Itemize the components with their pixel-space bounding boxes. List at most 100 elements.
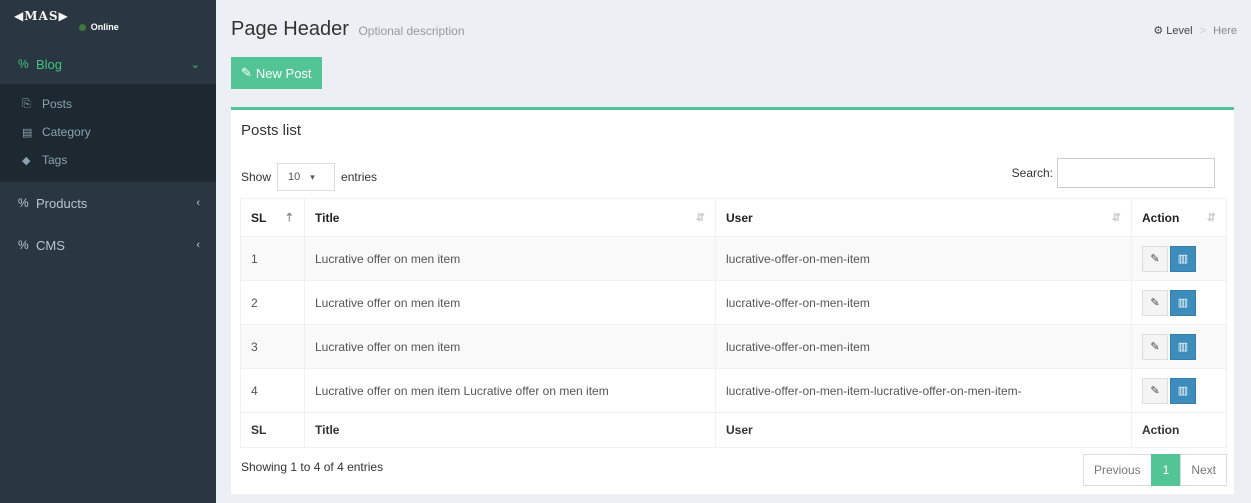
edit-button[interactable]: ✎ — [1142, 377, 1168, 404]
table-row: 2 Lucrative offer on men item lucrative-… — [240, 280, 1227, 325]
cell-sl: 1 — [240, 236, 305, 281]
sidebar-item-tags[interactable]: ◆ Tags — [0, 146, 216, 174]
blog-submenu: ⎘ Posts ▤ Category ◆ Tags — [0, 84, 216, 182]
page-title-text: Page Header — [231, 18, 349, 40]
breadcrumb: ⚙ Level > Here — [1153, 24, 1237, 37]
table-footer-row: SL Title User Action — [240, 412, 1227, 448]
chevron-left-icon: ‹ — [196, 197, 200, 209]
table-row: 3 Lucrative offer on men item lucrative-… — [240, 324, 1227, 369]
cell-user: lucrative-offer-on-men-item — [715, 324, 1132, 369]
sidebar-item-label: Posts — [42, 97, 73, 111]
posts-box: Posts list Show 10 ▾ entries Search: SL … — [231, 107, 1234, 494]
box-title: Posts list — [241, 122, 302, 139]
copy-icon: ⎘ — [22, 97, 31, 110]
column-header-title[interactable]: Title ⇵ — [304, 198, 716, 237]
footer-title: Title — [304, 412, 716, 448]
cell-action: ✎ ▥ — [1131, 324, 1227, 369]
sidebar-item-label: Tags — [42, 153, 68, 167]
sidebar-item-cms[interactable]: % CMS ‹ — [0, 224, 216, 266]
cell-title: Lucrative offer on men item — [304, 324, 716, 369]
cell-title: Lucrative offer on men item Lucrative of… — [304, 368, 716, 413]
user-status: Online — [78, 22, 119, 32]
sidebar-item-category[interactable]: ▤ Category — [0, 118, 216, 146]
link-icon: % — [18, 196, 29, 210]
search-input[interactable] — [1057, 158, 1215, 188]
dashboard-icon: ⚙ — [1153, 25, 1164, 37]
sidebar-item-label: Products — [36, 195, 88, 211]
entries-select[interactable]: 10 ▾ — [277, 163, 336, 191]
link-icon: % — [18, 57, 29, 71]
table-info: Showing 1 to 4 of 4 entries — [241, 460, 384, 474]
footer-sl: SL — [240, 412, 305, 448]
new-post-button[interactable]: ✎ New Post — [231, 57, 322, 89]
cell-sl: 2 — [240, 280, 305, 325]
brand: ◀MAS▶ Online — [0, 0, 216, 44]
sidebar: ◀MAS▶ Online % Blog ⌄ ⎘ Posts ▤ Category… — [0, 0, 216, 503]
sort-icon: ⇵ — [1111, 212, 1121, 224]
chevron-down-icon: ⌄ — [190, 58, 200, 71]
chevron-left-icon: ‹ — [196, 239, 200, 251]
sort-icon: ⇵ — [695, 212, 705, 224]
cell-action: ✎ ▥ — [1131, 368, 1227, 413]
column-header-sl[interactable]: SL ⇡ — [240, 198, 305, 237]
sidebar-item-label: Blog — [36, 56, 63, 72]
caret-down-icon: ▾ — [310, 171, 315, 182]
entries-value: 10 — [288, 171, 301, 183]
page-1-button[interactable]: 1 — [1150, 454, 1182, 486]
breadcrumb-separator: > — [1199, 25, 1207, 37]
cell-user: lucrative-offer-on-men-item — [715, 280, 1132, 325]
column-label: SL — [251, 210, 267, 225]
posts-table: SL ⇡ Title ⇵ User ⇵ Action ⇵ 1 Lucrative… — [240, 198, 1227, 448]
search-label: Search: — [1011, 166, 1053, 180]
page-description: Optional description — [358, 24, 465, 38]
cell-action: ✎ ▥ — [1131, 236, 1227, 281]
main-content: Page Header Optional description ⚙ Level… — [216, 0, 1251, 503]
cell-sl: 4 — [240, 368, 305, 413]
delete-button[interactable]: ▥ — [1170, 289, 1196, 316]
tags-icon: ◆ — [22, 154, 31, 167]
logo: ◀MAS▶ — [14, 9, 69, 23]
table-header-row: SL ⇡ Title ⇵ User ⇵ Action ⇵ — [240, 198, 1227, 237]
sidebar-item-products[interactable]: % Products ‹ — [0, 182, 216, 224]
file-icon: ▤ — [22, 126, 33, 139]
cell-action: ✎ ▥ — [1131, 280, 1227, 325]
delete-button[interactable]: ▥ — [1170, 377, 1196, 404]
show-label: Show — [241, 170, 272, 184]
sidebar-item-label: Category — [42, 125, 91, 139]
breadcrumb-level[interactable]: Level — [1166, 25, 1192, 37]
search-control: Search: — [1012, 158, 1215, 188]
status-label: Online — [90, 22, 119, 32]
cell-sl: 3 — [240, 324, 305, 369]
column-label: User — [726, 210, 753, 225]
column-label: Title — [315, 210, 340, 225]
column-header-user[interactable]: User ⇵ — [715, 198, 1132, 237]
sort-asc-icon: ⇡ — [284, 212, 294, 224]
breadcrumb-here: Here — [1213, 25, 1237, 37]
cell-title: Lucrative offer on men item — [304, 280, 716, 325]
pagination: Previous 1 Next — [1082, 454, 1227, 486]
page-title: Page Header Optional description — [231, 18, 465, 41]
delete-button[interactable]: ▥ — [1170, 245, 1196, 272]
delete-button[interactable]: ▥ — [1170, 333, 1196, 360]
sidebar-item-blog[interactable]: % Blog ⌄ — [0, 44, 216, 84]
previous-button[interactable]: Previous — [1082, 454, 1152, 486]
new-post-label: New Post — [255, 65, 312, 81]
table-row: 1 Lucrative offer on men item lucrative-… — [240, 236, 1227, 281]
online-dot-icon — [78, 23, 86, 31]
sidebar-item-label: CMS — [36, 237, 65, 253]
entries-label: entries — [341, 170, 378, 184]
sidebar-item-posts[interactable]: ⎘ Posts — [0, 90, 216, 118]
edit-button[interactable]: ✎ — [1142, 245, 1168, 272]
edit-button[interactable]: ✎ — [1142, 289, 1168, 316]
cell-title: Lucrative offer on men item — [304, 236, 716, 281]
pencil-icon: ✎ — [241, 65, 252, 80]
sort-icon: ⇵ — [1206, 212, 1216, 224]
column-header-action[interactable]: Action ⇵ — [1131, 198, 1227, 237]
edit-button[interactable]: ✎ — [1142, 333, 1168, 360]
length-control: Show 10 ▾ entries — [241, 163, 377, 191]
cell-user: lucrative-offer-on-men-item-lucrative-of… — [715, 368, 1132, 413]
footer-user: User — [715, 412, 1132, 448]
next-button[interactable]: Next — [1180, 454, 1227, 486]
table-row: 4 Lucrative offer on men item Lucrative … — [240, 368, 1227, 413]
footer-action: Action — [1131, 412, 1227, 448]
